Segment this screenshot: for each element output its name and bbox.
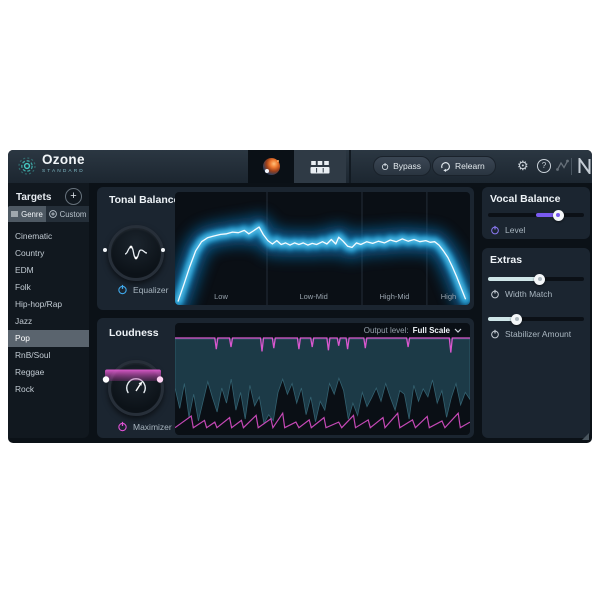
app-title: Ozone <box>42 152 85 167</box>
equalizer-knob[interactable] <box>108 225 164 281</box>
slider-thumb[interactable] <box>534 273 546 285</box>
sidebar-item-hip-hop-rap[interactable]: Hip-hop/Rap <box>8 296 89 313</box>
module-chain-icon <box>310 160 330 173</box>
loudness-panel: Loudness Maximizer Output level: Full Sc… <box>97 318 474 438</box>
list-icon <box>11 211 19 217</box>
power-icon <box>381 162 389 170</box>
band-label-high-mid: High-Mid <box>379 292 410 301</box>
izotope-logo-icon <box>578 158 591 174</box>
tonal-balance-title: Tonal Balance <box>109 194 180 206</box>
bypass-label: Bypass <box>393 161 421 171</box>
band-label-low-mid: Low-Mid <box>299 292 328 301</box>
slider-thumb[interactable] <box>552 209 564 221</box>
eq-curve-icon <box>124 245 148 260</box>
topbar-divider <box>349 150 351 183</box>
extras-title: Extras <box>490 254 523 266</box>
maximizer-label: Maximizer <box>133 421 172 432</box>
width-match-power-row: Width Match <box>490 289 552 299</box>
app-logo: Ozone STANDARD <box>42 153 85 174</box>
target-tabs: Genre Custom <box>8 206 89 222</box>
width-match-power-icon[interactable] <box>490 289 500 299</box>
settings-gear-icon[interactable]: ⚙ <box>517 159 529 173</box>
app-edition: STANDARD <box>42 168 85 174</box>
relearn-button[interactable]: Relearn <box>432 156 496 176</box>
maximizer-power-row: Maximizer <box>117 421 172 432</box>
stabilizer-amount-slider[interactable] <box>488 313 584 325</box>
stabilizer-power-row: Stabilizer Amount <box>490 329 571 339</box>
sidebar-item-reggae[interactable]: Reggae <box>8 364 89 381</box>
loudness-history-chart <box>175 337 470 430</box>
sidebar-item-rnb-soul[interactable]: RnB/Soul <box>8 347 89 364</box>
relearn-refresh-icon <box>441 161 451 172</box>
targets-sidebar: Targets + Genre Custom Cinematic Country E… <box>8 183 89 438</box>
loudness-display: Output level: Full Scale <box>175 323 470 435</box>
width-match-slider[interactable] <box>488 273 584 285</box>
sidebar-item-cinematic[interactable]: Cinematic <box>8 228 89 245</box>
level-label: Level <box>505 225 526 235</box>
genre-list: Cinematic Country EDM Folk Hip-hop/Rap Jazz Po… <box>8 228 89 398</box>
loudness-title: Loudness <box>109 327 159 339</box>
ozone-logo-icon <box>18 157 36 175</box>
sidebar-title: Targets <box>16 192 52 203</box>
equalizer-label: Equalizer <box>133 284 169 295</box>
top-bar: Ozone STANDARD Bypass Relearn ⚙ ? <box>8 150 592 183</box>
band-label-low: Low <box>214 292 228 301</box>
loudness-range-ribbon <box>102 369 164 383</box>
knob-min-dot <box>103 248 107 252</box>
sidebar-item-pop[interactable]: Pop <box>8 330 89 347</box>
sidebar-item-jazz[interactable]: Jazz <box>8 313 89 330</box>
tonal-balance-panel: Tonal Balance Equalizer Low Low-Mid High-M… <box>97 187 474 310</box>
level-power-row: Level <box>490 225 525 235</box>
equalizer-power-row: Equalizer <box>117 284 168 295</box>
output-level-label: Output level: <box>363 326 409 335</box>
band-label-high: High <box>440 292 457 301</box>
topbar-right-divider <box>571 158 572 175</box>
window-resize-handle[interactable] <box>582 433 589 440</box>
signal-flow-icon[interactable] <box>556 159 569 172</box>
tonal-balance-display: Low Low-Mid High-Mid High <box>175 192 470 305</box>
sidebar-item-rock[interactable]: Rock <box>8 381 89 398</box>
spectrum-curve-chart <box>175 192 470 305</box>
help-icon[interactable]: ? <box>537 159 551 173</box>
ozone-plugin-window: Ozone STANDARD Bypass Relearn ⚙ ? Target… <box>8 150 592 443</box>
output-level-value: Full Scale <box>412 326 450 335</box>
bypass-button[interactable]: Bypass <box>373 156 431 176</box>
sidebar-item-folk[interactable]: Folk <box>8 279 89 296</box>
tab-signal-chain[interactable] <box>294 150 346 183</box>
vocal-balance-title: Vocal Balance <box>490 193 561 205</box>
level-slider[interactable] <box>488 209 584 221</box>
slider-fill <box>488 277 540 281</box>
tab-genre-label: Genre <box>21 209 43 219</box>
knob-max-dot <box>161 248 165 252</box>
add-target-button[interactable]: + <box>65 188 82 205</box>
tab-assistant[interactable] <box>248 150 294 183</box>
assistant-orb-icon <box>262 158 280 175</box>
sidebar-item-country[interactable]: Country <box>8 245 89 262</box>
chevron-down-icon <box>454 328 462 333</box>
add-circle-icon <box>48 210 57 218</box>
extras-panel: Extras Width Match Stabilizer Amount <box>482 248 590 438</box>
equalizer-power-icon[interactable] <box>117 284 128 295</box>
stabilizer-label: Stabilizer Amount <box>505 329 572 339</box>
stabilizer-power-icon[interactable] <box>490 329 500 339</box>
vocal-balance-panel: Vocal Balance Level <box>482 187 590 239</box>
tab-genre[interactable]: Genre <box>8 206 46 222</box>
width-match-label: Width Match <box>505 289 553 299</box>
maximizer-power-icon[interactable] <box>117 421 128 432</box>
relearn-label: Relearn <box>455 161 485 171</box>
level-power-icon[interactable] <box>490 225 500 235</box>
slider-thumb[interactable] <box>511 313 523 325</box>
tab-custom[interactable]: Custom <box>46 206 89 222</box>
tab-custom-label: Custom <box>59 209 87 219</box>
output-level-dropdown[interactable]: Output level: Full Scale <box>364 326 462 335</box>
sidebar-item-edm[interactable]: EDM <box>8 262 89 279</box>
